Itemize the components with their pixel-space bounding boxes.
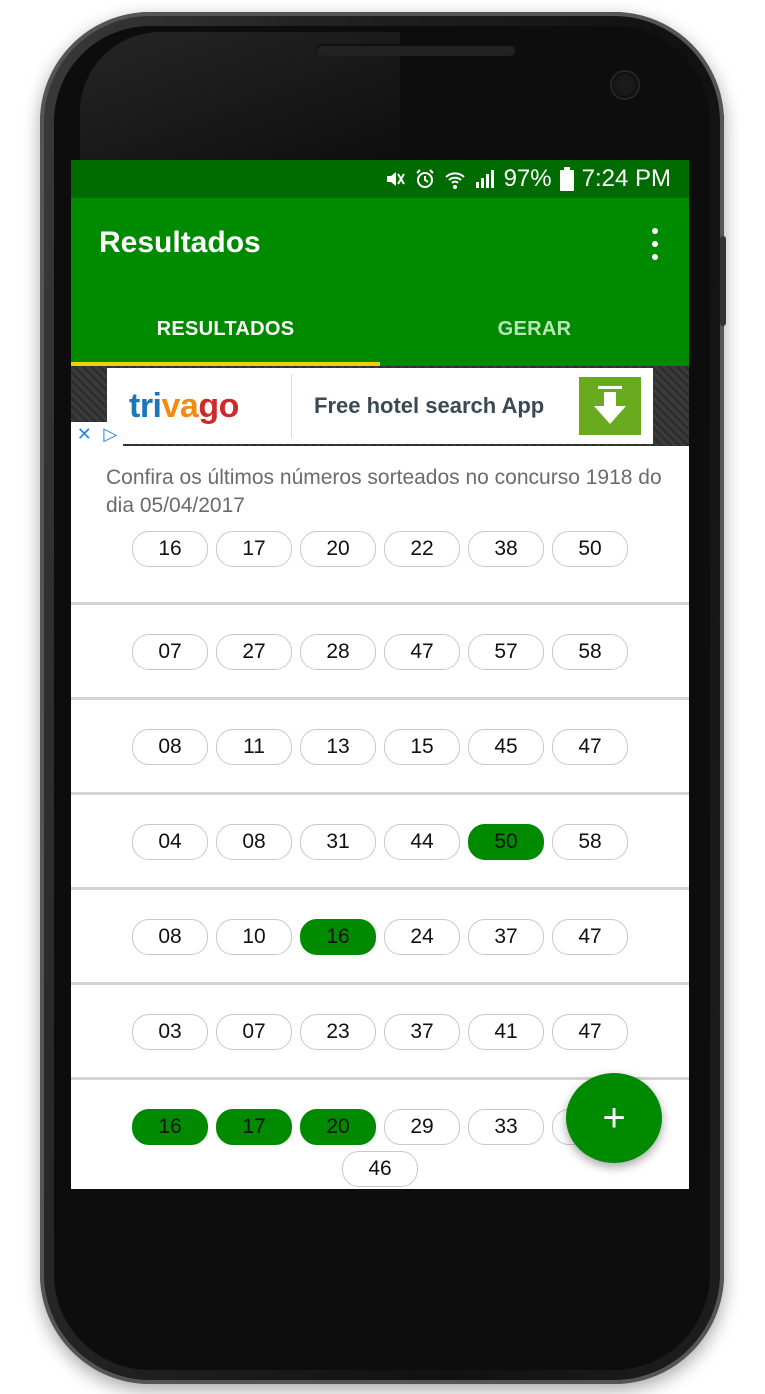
mute-icon — [384, 168, 406, 190]
number-ball: 58 — [552, 634, 628, 670]
number-ball: 23 — [300, 1014, 376, 1050]
number-ball: 11 — [216, 729, 292, 765]
divider — [71, 697, 689, 700]
number-ball: 29 — [384, 1109, 460, 1145]
number-ball: 33 — [468, 1109, 544, 1145]
matched-number-ball: 16 — [300, 919, 376, 955]
game-row: 04 08 31 44 50 58 — [71, 824, 689, 860]
matched-number-ball: 50 — [468, 824, 544, 860]
ad-content[interactable]: trivago Free hotel search App — [107, 368, 653, 444]
number-ball: 37 — [468, 919, 544, 955]
number-ball: 31 — [300, 824, 376, 860]
ad-text: Free hotel search App — [314, 393, 545, 418]
number-ball: 37 — [384, 1014, 460, 1050]
intro-text: Confira os últimos números sorteados no … — [106, 466, 662, 517]
status-time: 7:24 PM — [581, 165, 671, 192]
number-ball: 58 — [552, 824, 628, 860]
battery-percent: 97% — [503, 165, 552, 192]
tab-bar: RESULTADOS GERAR — [71, 308, 689, 366]
drawn-number-ball: 16 — [132, 531, 208, 567]
more-vert-icon[interactable] — [647, 228, 663, 260]
phone-speaker — [316, 44, 516, 56]
drawn-number-ball: 22 — [384, 531, 460, 567]
add-fab-button[interactable]: + — [566, 1073, 662, 1163]
number-ball: 46 — [342, 1151, 418, 1187]
number-ball: 03 — [132, 1014, 208, 1050]
ad-banner[interactable]: trivago Free hotel search App ✕ ▷ — [71, 366, 689, 446]
matched-number-ball: 20 — [300, 1109, 376, 1145]
divider — [71, 602, 689, 605]
tab-resultados-label: RESULTADOS — [156, 318, 295, 340]
ad-controls: ✕ ▷ — [71, 422, 123, 446]
drawn-number-ball: 20 — [300, 531, 376, 567]
matched-number-ball: 17 — [216, 1109, 292, 1145]
number-ball: 04 — [132, 824, 208, 860]
number-ball: 47 — [384, 634, 460, 670]
number-ball: 44 — [384, 824, 460, 860]
game-row: 08 11 13 15 45 47 — [71, 729, 689, 765]
number-ball: 15 — [384, 729, 460, 765]
add-icon: + — [602, 1095, 626, 1140]
close-icon[interactable]: ✕ — [77, 424, 92, 445]
download-icon[interactable] — [579, 377, 641, 435]
game-row: 08 10 16 24 37 47 — [71, 919, 689, 955]
status-bar: 97% 7:24 PM — [71, 160, 689, 198]
phone-camera — [612, 72, 638, 98]
number-ball: 07 — [132, 634, 208, 670]
signal-icon — [474, 168, 496, 190]
number-ball: 08 — [216, 824, 292, 860]
tab-resultados[interactable]: RESULTADOS — [71, 308, 380, 366]
battery-icon — [559, 167, 574, 191]
drawn-number-ball: 38 — [468, 531, 544, 567]
page-title: Resultados — [99, 226, 261, 259]
ad-brand-logo: trivago — [129, 386, 239, 425]
number-ball: 28 — [300, 634, 376, 670]
tab-gerar-label: GERAR — [497, 318, 572, 340]
wifi-icon — [444, 168, 466, 190]
status-icons: 97% 7:24 PM — [384, 164, 671, 194]
number-ball: 47 — [552, 1014, 628, 1050]
adchoices-icon[interactable]: ▷ — [103, 424, 117, 445]
number-ball: 47 — [552, 729, 628, 765]
number-ball: 08 — [132, 729, 208, 765]
number-ball: 47 — [552, 919, 628, 955]
drawn-number-ball: 17 — [216, 531, 292, 567]
number-ball: 57 — [468, 634, 544, 670]
tab-gerar[interactable]: GERAR — [380, 308, 689, 366]
app-bar: Resultados RESULTADOS GERAR — [71, 198, 689, 366]
game-row: 07 27 28 47 57 58 — [71, 634, 689, 670]
divider — [71, 982, 689, 985]
number-ball: 10 — [216, 919, 292, 955]
divider — [71, 887, 689, 890]
divider — [71, 792, 689, 795]
matched-number-ball: 16 — [132, 1109, 208, 1145]
alarm-icon — [414, 168, 436, 190]
number-ball: 41 — [468, 1014, 544, 1050]
screen: 97% 7:24 PM Resultados RESULTADOS GERAR … — [71, 160, 689, 1189]
power-button — [720, 236, 726, 326]
number-ball: 13 — [300, 729, 376, 765]
number-ball: 08 — [132, 919, 208, 955]
drawn-numbers-row: 16 17 20 22 38 50 — [71, 531, 689, 567]
number-ball: 27 — [216, 634, 292, 670]
number-ball: 24 — [384, 919, 460, 955]
game-row: 03 07 23 37 41 47 — [71, 1014, 689, 1050]
drawn-number-ball: 50 — [552, 531, 628, 567]
number-ball: 07 — [216, 1014, 292, 1050]
number-ball: 45 — [468, 729, 544, 765]
